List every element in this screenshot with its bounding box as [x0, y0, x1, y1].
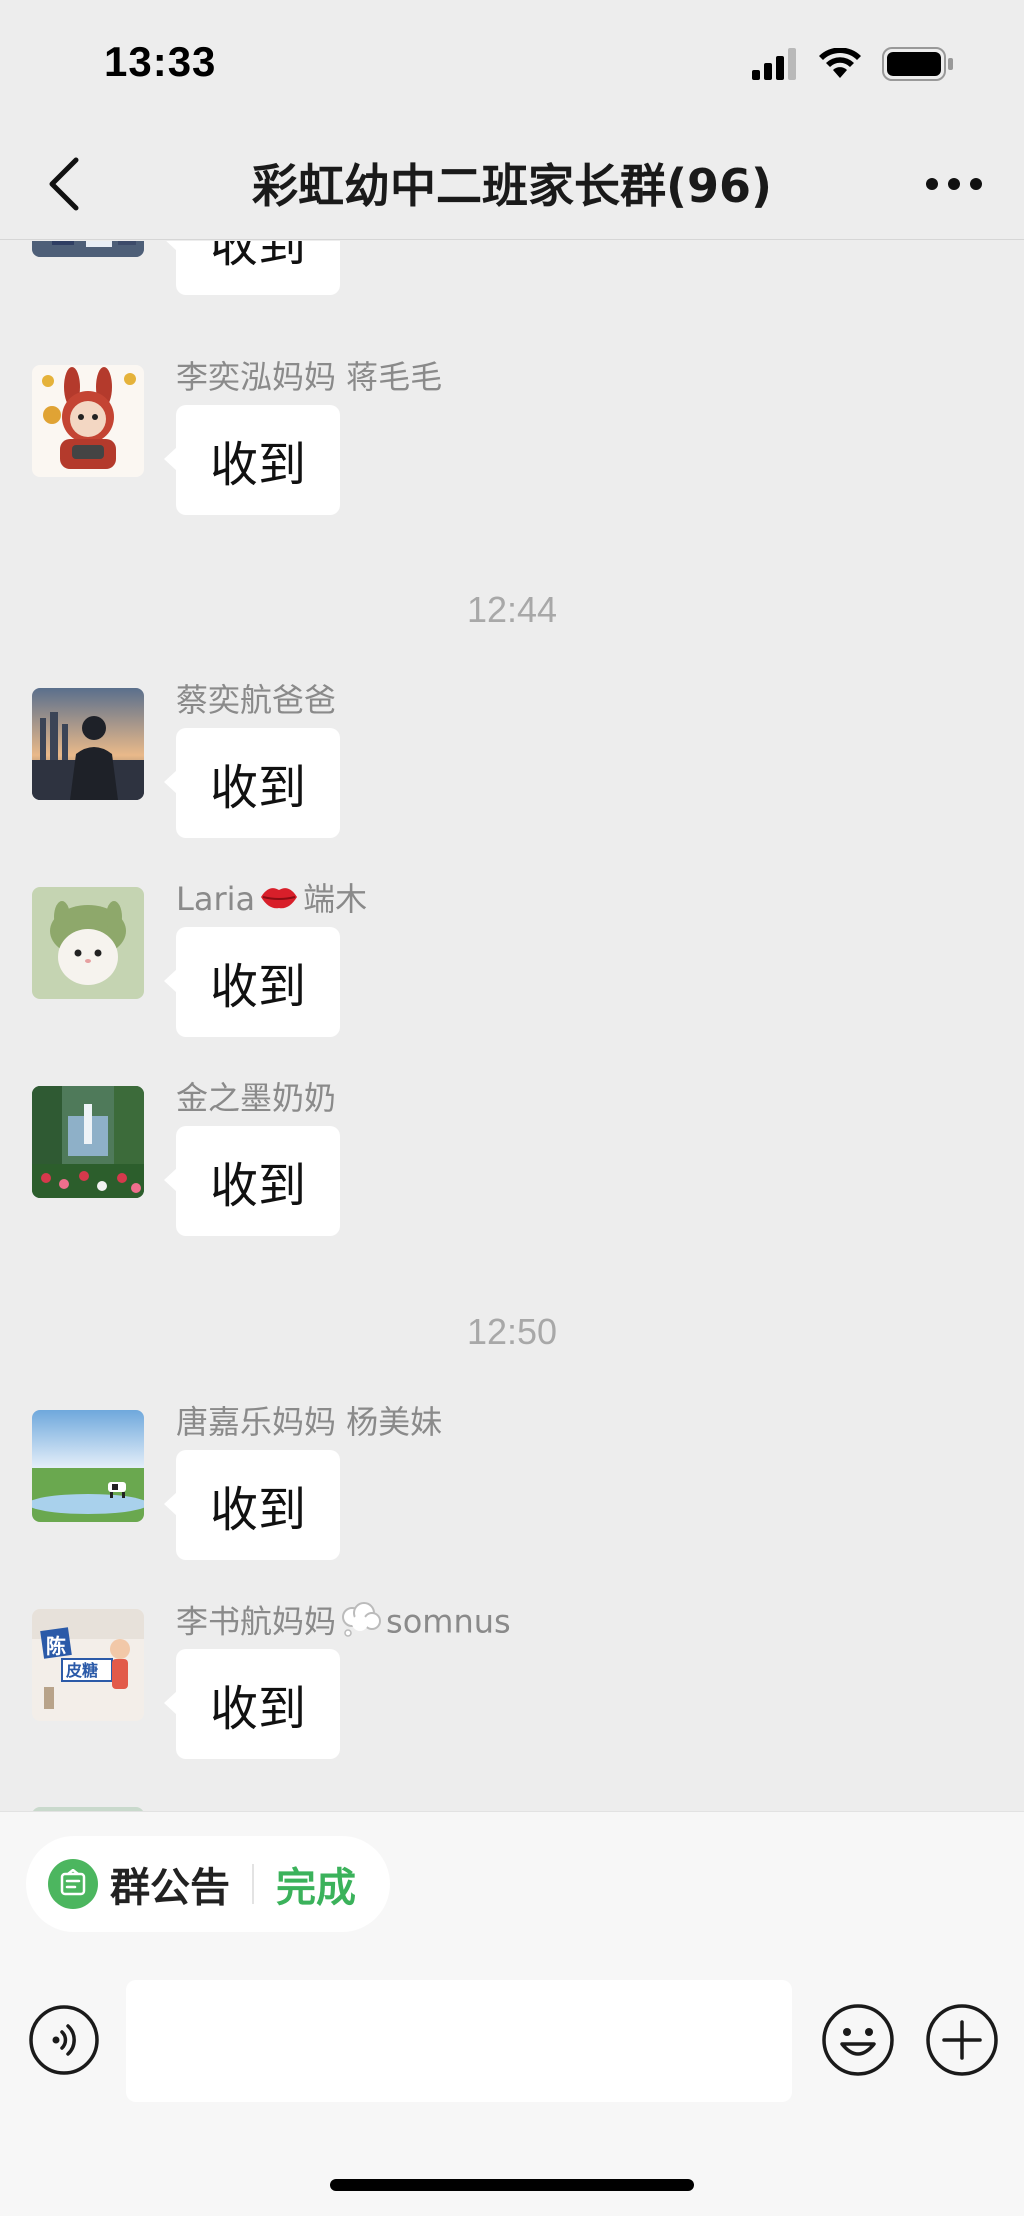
message-bubble[interactable]: 收到: [164, 1649, 340, 1759]
more-options-button[interactable]: [914, 148, 994, 220]
battery-icon: [882, 47, 954, 85]
message-row: 金之墨奶奶 收到: [0, 1078, 1024, 1258]
message-row: 李奕泓妈妈 蒋毛毛 收到: [0, 357, 1024, 537]
sender-name-suffix: somnus: [386, 1602, 511, 1641]
more-functions-button[interactable]: [924, 2002, 1000, 2078]
message-list[interactable]: 收到 李奕泓妈妈 蒋毛毛 收到 12:44 蔡奕航爸爸 收到 Laria 端木 …: [0, 241, 1024, 1811]
group-announcement-pill[interactable]: 群公告 完成: [26, 1836, 390, 1932]
plus-circle-icon: [926, 2004, 998, 2076]
chat-title: 彩虹幼中二班家长群(96): [251, 159, 773, 213]
name-sign-top-text: 陈: [46, 1634, 66, 1658]
announcement-icon: [48, 1859, 98, 1909]
input-area: 群公告 完成: [0, 1811, 1024, 2216]
done-button[interactable]: 完成: [276, 1855, 356, 1913]
message-input[interactable]: [126, 1980, 792, 2102]
message-row: Laria 端木 收到: [0, 879, 1024, 1059]
sender-name: 金之墨奶奶: [176, 1079, 337, 1117]
sender-name: 蔡奕航爸爸: [176, 681, 337, 719]
message-bubble[interactable]: 收到: [164, 728, 340, 838]
lips-emoji-icon: [259, 881, 299, 921]
message-bubble[interactable]: 收到: [164, 405, 340, 515]
voice-icon: [29, 2005, 99, 2075]
sender-name-suffix: 端木: [303, 880, 368, 918]
announcement-label: 群公告: [110, 1865, 230, 1911]
message-text: 收到: [209, 1158, 306, 1214]
smiley-icon: [822, 2004, 894, 2076]
message-text: 收到: [209, 241, 306, 273]
group-photo-avatar[interactable]: [32, 241, 144, 257]
message-row: 陈 皮糖 李书航妈妈 somnus 收到: [0, 1601, 1024, 1781]
cellular-signal-icon: [752, 48, 798, 84]
message-text: 收到: [209, 1482, 306, 1538]
pill-divider: [252, 1864, 254, 1904]
message-text: 收到: [209, 1681, 306, 1737]
message-row: 唐嘉乐妈妈 杨美妹 收到: [0, 1402, 1024, 1582]
meadow-cows-avatar[interactable]: [32, 1410, 144, 1522]
message-text: 收到: [209, 760, 306, 816]
message-bubble[interactable]: 收到: [164, 927, 340, 1037]
status-icons: [752, 46, 954, 86]
wifi-icon: [818, 47, 862, 84]
fountain-garden-avatar[interactable]: [32, 1086, 144, 1198]
message-row-partial: [0, 1799, 1024, 1811]
sender-name: 唐嘉乐妈妈 杨美妹: [176, 1403, 443, 1441]
message-bubble[interactable]: 收到: [164, 1450, 340, 1560]
chat-header: 彩虹幼中二班家长群(96): [0, 132, 1024, 240]
sender-name-prefix: 李书航妈妈: [176, 1602, 337, 1641]
sender-name: 李书航妈妈 somnus: [176, 1601, 511, 1641]
emoji-button[interactable]: [820, 2002, 896, 2078]
more-dots-icon: [926, 178, 982, 190]
home-indicator: [330, 2179, 694, 2191]
message-row: 蔡奕航爸爸 收到: [0, 680, 1024, 860]
message-bubble[interactable]: 收到: [164, 241, 340, 295]
sunset-silhouette-avatar[interactable]: [32, 688, 144, 800]
message-text: 收到: [209, 959, 306, 1015]
cartoon-rabbit-avatar[interactable]: [32, 365, 144, 477]
message-row: 收到: [0, 241, 1024, 317]
sender-name: 李奕泓妈妈 蒋毛毛: [176, 358, 443, 396]
thought-bubble-emoji-icon: [340, 1601, 382, 1646]
status-bar: 13:33: [0, 0, 1024, 132]
name-sign-avatar[interactable]: 陈 皮糖: [32, 1609, 144, 1721]
sender-name-prefix: Laria: [176, 880, 256, 918]
sender-name: Laria 端木: [176, 879, 367, 919]
name-sign-bottom-text: 皮糖: [65, 1661, 98, 1680]
message-bubble[interactable]: 收到: [164, 1126, 340, 1236]
bunny-hat-avatar[interactable]: [32, 887, 144, 999]
back-button[interactable]: [28, 148, 100, 220]
chevron-left-icon: [49, 157, 79, 211]
time-divider: 12:44: [466, 589, 558, 630]
time-divider: 12:50: [466, 1311, 558, 1352]
voice-input-button[interactable]: [28, 2004, 100, 2076]
status-time: 13:33: [104, 38, 217, 85]
message-text: 收到: [209, 437, 306, 493]
